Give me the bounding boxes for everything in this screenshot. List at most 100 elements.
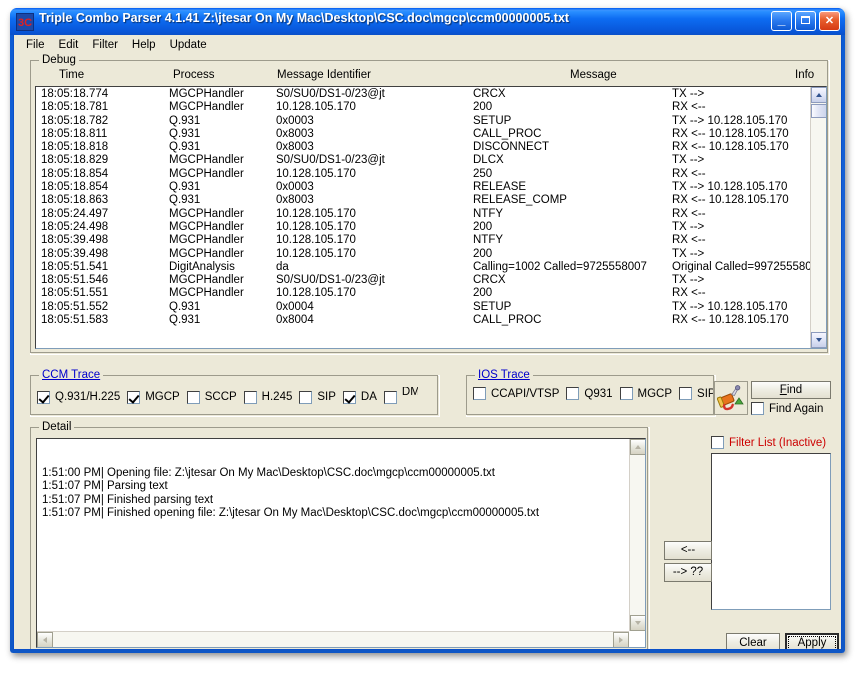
detail-vscroll-track[interactable] xyxy=(630,455,645,615)
ccm-trace-checkbox-mgcp[interactable]: MGCP xyxy=(127,390,180,404)
debug-log-row[interactable]: 18:05:18.781 MGCPHandler 10.128.105.170 200… xyxy=(36,101,810,114)
cell-time: 18:05:51.583 xyxy=(41,314,109,327)
detail-log-line: 1:51:07 PM| Finished parsing text xyxy=(42,493,214,506)
checkbox-label: Q931 xyxy=(584,387,613,400)
debug-log-row[interactable]: 18:05:51.551 MGCPHandler 10.128.105.170 200… xyxy=(36,287,810,300)
checkbox-box[interactable] xyxy=(37,390,50,404)
ccm-trace-checkbox-sccp[interactable]: SCCP xyxy=(186,390,237,404)
menu-item-filter[interactable]: Filter xyxy=(85,37,125,54)
maximize-button[interactable] xyxy=(795,11,816,31)
checkbox-box[interactable] xyxy=(473,387,486,400)
debug-log-row[interactable]: 18:05:51.546 MGCPHandler S0/SU0/DS1-0/23@j… xyxy=(36,274,810,287)
find-button[interactable]: Find xyxy=(751,381,831,399)
debug-log-row[interactable]: 18:05:39.498 MGCPHandler 10.128.105.170 200… xyxy=(36,248,810,261)
detail-scroll-left-button[interactable] xyxy=(37,632,53,647)
apply-button[interactable]: Apply xyxy=(785,633,839,649)
detail-scroll-up-button[interactable] xyxy=(630,439,645,455)
debug-log-row[interactable]: 18:05:51.541 DigitAnalysis da Calling=1002 … xyxy=(36,261,810,274)
debug-scroll-up-button[interactable] xyxy=(811,87,826,103)
checkbox-box[interactable] xyxy=(383,390,397,404)
ios-trace-checkbox-q931[interactable]: Q931 xyxy=(566,387,613,400)
svg-text:3C: 3C xyxy=(18,17,32,29)
cell-info: RX <-- xyxy=(672,167,706,180)
debug-log-row[interactable]: 18:05:18.818 Q.931 0x8003 DISCONNECT RX <-- … xyxy=(36,141,810,154)
filter-list-checkbox[interactable]: Filter List (Inactive) xyxy=(711,436,826,449)
debug-log-row[interactable]: 18:05:39.498 MGCPHandler 10.128.105.170 NTF… xyxy=(36,234,810,247)
debug-log-rows[interactable]: 18:05:18.774 MGCPHandler S0/SU0/DS1-0/23@j… xyxy=(36,88,810,348)
checkbox-box[interactable] xyxy=(342,390,356,404)
checkbox-box[interactable] xyxy=(619,387,633,400)
ccm-trace-checkbox-sip[interactable]: SIP xyxy=(299,390,336,404)
debug-scroll-down-button[interactable] xyxy=(811,332,826,348)
debug-log-row[interactable]: 18:05:51.583 Q.931 0x8004 CALL_PROC RX <-- 1… xyxy=(36,314,810,327)
cell-process: Q.931 xyxy=(169,300,201,313)
menu-item-edit[interactable]: Edit xyxy=(52,37,86,54)
find-again-label: Find Again xyxy=(769,402,824,415)
ios-trace-checkbox-ccapi-vtsp[interactable]: CCAPI/VTSP xyxy=(473,387,559,400)
debug-column-headers: Time Process Message Identifier Message … xyxy=(35,69,827,85)
title-bar[interactable]: 3C Triple Combo Parser 4.1.41 Z:\jtesar … xyxy=(10,8,845,35)
debug-scroll-thumb[interactable] xyxy=(811,104,826,118)
app-3c-icon: 3C xyxy=(16,13,34,31)
filter-list-box[interactable] xyxy=(711,453,831,610)
find-flashlight-button[interactable] xyxy=(714,381,748,415)
menu-item-file[interactable]: File xyxy=(19,37,52,54)
ccm-trace-checkbox-dms[interactable]: DMS xyxy=(383,387,418,407)
find-again-checkbox[interactable]: Find Again xyxy=(751,402,823,415)
debug-log-list[interactable]: 18:05:18.774 MGCPHandler S0/SU0/DS1-0/23@j… xyxy=(35,86,827,349)
ccm-trace-checkbox-da[interactable]: DA xyxy=(342,390,377,404)
ccm-trace-checkbox-h-245[interactable]: H.245 xyxy=(243,390,292,404)
column-header-info: Info xyxy=(795,69,815,81)
ccm-trace-group-label[interactable]: CCM Trace xyxy=(39,369,104,382)
detail-scroll-right-button[interactable] xyxy=(613,632,629,647)
filter-list-checkbox-box[interactable] xyxy=(711,436,724,449)
debug-log-row[interactable]: 18:05:18.863 Q.931 0x8003 RELEASE_COMP RX <-… xyxy=(36,194,810,207)
move-left-button[interactable]: <-- xyxy=(664,541,712,560)
debug-log-row[interactable]: 18:05:18.811 Q.931 0x8003 CALL_PROC RX <-- 1… xyxy=(36,128,810,141)
detail-scroll-down-button[interactable] xyxy=(630,615,645,631)
cell-message-identifier: 10.128.105.170 xyxy=(276,101,356,114)
chevron-left-icon xyxy=(43,637,47,643)
cell-message: CRCX xyxy=(473,88,506,100)
clear-button[interactable]: Clear xyxy=(726,633,780,649)
cell-process: MGCPHandler xyxy=(169,207,244,220)
debug-log-row[interactable]: 18:05:18.774 MGCPHandler S0/SU0/DS1-0/23@j… xyxy=(36,88,810,101)
detail-vertical-scrollbar[interactable] xyxy=(629,439,645,631)
ccm-trace-checkbox-q-931-h-225[interactable]: Q.931/H.225 xyxy=(37,390,121,404)
checkbox-box[interactable] xyxy=(127,390,141,404)
cell-message: CRCX xyxy=(473,274,506,287)
detail-horizontal-scrollbar[interactable] xyxy=(37,631,629,647)
menu-item-update[interactable]: Update xyxy=(163,37,214,54)
close-button[interactable]: ✕ xyxy=(819,11,840,31)
debug-log-row[interactable]: 18:05:18.782 Q.931 0x0003 SETUP TX --> 10.12… xyxy=(36,115,810,128)
cell-time: 18:05:51.546 xyxy=(41,274,109,287)
debug-log-row[interactable]: 18:05:24.498 MGCPHandler 10.128.105.170 200… xyxy=(36,221,810,234)
flashlight-icon xyxy=(717,385,744,411)
minimize-button[interactable]: _ xyxy=(771,11,792,31)
move-right-button[interactable]: --> ?? xyxy=(664,563,712,582)
debug-scroll-track[interactable] xyxy=(811,103,826,332)
checkbox-box[interactable] xyxy=(566,387,580,400)
cell-message: CALL_PROC xyxy=(473,127,542,140)
debug-vertical-scrollbar[interactable] xyxy=(810,87,826,348)
checkbox-label: Q.931/H.225 xyxy=(55,391,121,403)
checkbox-box[interactable] xyxy=(243,390,257,404)
find-again-checkbox-box[interactable] xyxy=(751,402,764,415)
detail-hscroll-track[interactable] xyxy=(53,632,613,647)
ios-trace-checkbox-sip[interactable]: SIP xyxy=(679,387,713,400)
ios-trace-group-label[interactable]: IOS Trace xyxy=(475,369,533,382)
checkbox-box[interactable] xyxy=(186,390,200,404)
checkbox-box[interactable] xyxy=(299,390,313,404)
ios-trace-checkbox-mgcp[interactable]: MGCP xyxy=(619,387,672,400)
debug-log-row[interactable]: 18:05:18.829 MGCPHandler S0/SU0/DS1-0/23@j… xyxy=(36,154,810,167)
detail-group-label: Detail xyxy=(39,421,75,434)
checkbox-box[interactable] xyxy=(679,387,693,400)
debug-log-row[interactable]: 18:05:18.854 MGCPHandler 10.128.105.170 250… xyxy=(36,168,810,181)
debug-log-row[interactable]: 18:05:51.552 Q.931 0x0004 SETUP TX --> 10.12… xyxy=(36,301,810,314)
detail-log-lines: 1:51:00 PM| Opening file: Z:\jtesar On M… xyxy=(42,467,617,521)
apply-button-label: Apply xyxy=(797,637,827,649)
detail-text-area[interactable]: 1:51:00 PM| Opening file: Z:\jtesar On M… xyxy=(36,438,646,648)
debug-log-row[interactable]: 18:05:24.497 MGCPHandler 10.128.105.170 NTF… xyxy=(36,208,810,221)
menu-item-help[interactable]: Help xyxy=(125,37,163,54)
debug-log-row[interactable]: 18:05:18.854 Q.931 0x0003 RELEASE TX --> 10.… xyxy=(36,181,810,194)
